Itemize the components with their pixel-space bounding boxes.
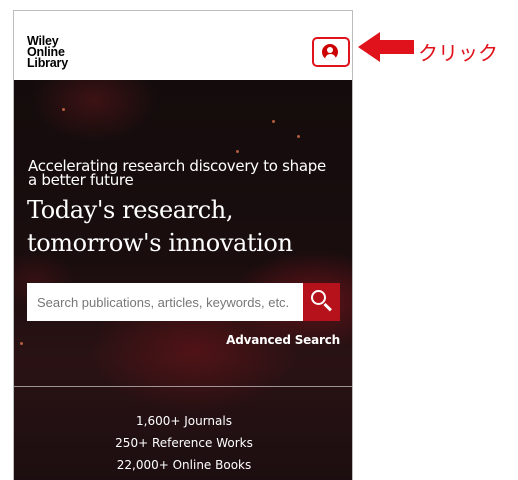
mobile-viewport: Wiley Online Library Accelerating resear…	[13, 10, 353, 480]
click-annotation-label: クリック	[418, 41, 498, 65]
hero-subtitle: Accelerating research discovery to shape…	[28, 157, 326, 189]
bokeh-light	[297, 135, 300, 138]
hero-section: Accelerating research discovery to shape…	[14, 80, 352, 480]
bokeh-light	[20, 342, 23, 345]
bokeh-light	[62, 108, 65, 111]
stat-online-books: 22,000+ Online Books	[116, 458, 252, 472]
hero-headline: Today's research, tomorrow's innovation	[27, 196, 293, 257]
stats-list: 1,600+ Journals 250+ Reference Works 22,…	[14, 410, 352, 476]
wiley-logo[interactable]: Wiley Online Library	[27, 35, 68, 70]
screenshot-canvas: Wiley Online Library Accelerating resear…	[0, 0, 518, 480]
divider	[14, 386, 352, 387]
search-icon	[311, 290, 326, 305]
bokeh-light	[236, 150, 239, 153]
search-button[interactable]	[303, 283, 340, 321]
bokeh-light	[272, 120, 275, 123]
stat-journals: 1,600+ Journals	[136, 414, 232, 428]
search-bar	[27, 283, 340, 321]
search-input[interactable]	[27, 283, 303, 321]
site-header: Wiley Online Library	[14, 11, 352, 80]
logo-line-3: Library	[27, 56, 68, 70]
left-arrow-icon	[358, 32, 414, 62]
advanced-search-link[interactable]: Advanced Search	[220, 333, 340, 347]
account-button[interactable]	[322, 44, 338, 60]
stat-reference-works: 250+ Reference Works	[115, 436, 253, 450]
user-circle-icon	[327, 47, 333, 53]
